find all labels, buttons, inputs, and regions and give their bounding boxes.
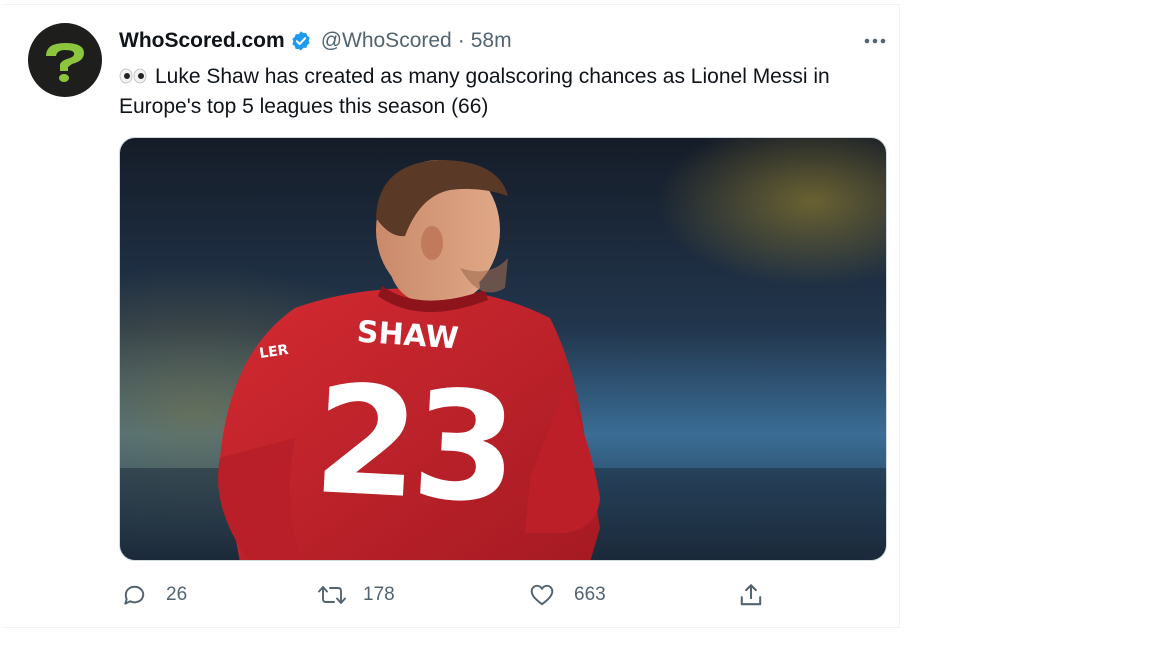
tweet-header: WhoScored.com @WhoScored · 58m [119, 27, 512, 55]
display-name[interactable]: WhoScored.com [119, 29, 285, 53]
retweet-count: 178 [363, 584, 395, 605]
whoscored-logo-icon [46, 43, 84, 82]
like-count: 663 [574, 584, 606, 605]
more-options-icon[interactable] [860, 29, 890, 53]
share-button[interactable] [736, 578, 766, 612]
tweet-body-text: Luke Shaw has created as many goalscorin… [119, 65, 830, 118]
jersey-number: 23 [310, 353, 516, 537]
tweet-media-image[interactable]: SHAW 23 LER [119, 137, 887, 561]
verified-badge-icon [290, 30, 312, 52]
tweet-timestamp[interactable]: 58m [471, 29, 512, 53]
retweet-icon [317, 582, 347, 608]
eyes-emoji-icon [119, 68, 147, 84]
share-icon [736, 582, 766, 608]
reply-icon [119, 582, 149, 608]
separator-dot: · [457, 29, 465, 52]
avatar[interactable] [28, 23, 102, 97]
user-handle[interactable]: @WhoScored [321, 29, 452, 53]
reply-count: 26 [166, 584, 188, 605]
heart-icon [527, 582, 557, 608]
tweet-text: Luke Shaw has created as many goalscorin… [119, 62, 879, 122]
like-button[interactable]: 663 [527, 578, 606, 612]
reply-button[interactable]: 26 [119, 578, 187, 612]
player-photo: SHAW 23 LER [120, 138, 886, 560]
tweet-card[interactable]: WhoScored.com @WhoScored · 58m Luke Shaw… [2, 4, 900, 628]
tweet-actions: 26 178 663 [119, 578, 779, 612]
retweet-button[interactable]: 178 [317, 578, 395, 612]
jersey-name: SHAW [356, 315, 460, 357]
